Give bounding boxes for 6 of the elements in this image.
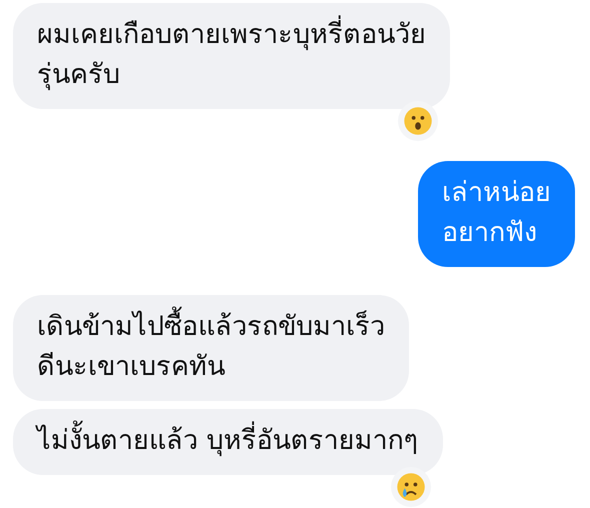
outgoing-message-bubble: เล่าหน่อย อยากฟัง — [418, 161, 575, 267]
surprised-face-icon — [403, 106, 433, 136]
incoming-message-bubble: ไม่งั้นตายแล้ว บุหรี่อันตรายมากๆ — [13, 409, 443, 475]
incoming-message-bubble: ผมเคยเกือบตายเพราะบุหรี่ตอนวัย รุ่นครับ — [13, 3, 450, 109]
crying-face-icon — [396, 472, 426, 502]
incoming-message-bubble: เดินข้ามไปซื้อแล้วรถขับมาเร็ว ดีนะเขาเบรคทัน — [13, 295, 409, 401]
